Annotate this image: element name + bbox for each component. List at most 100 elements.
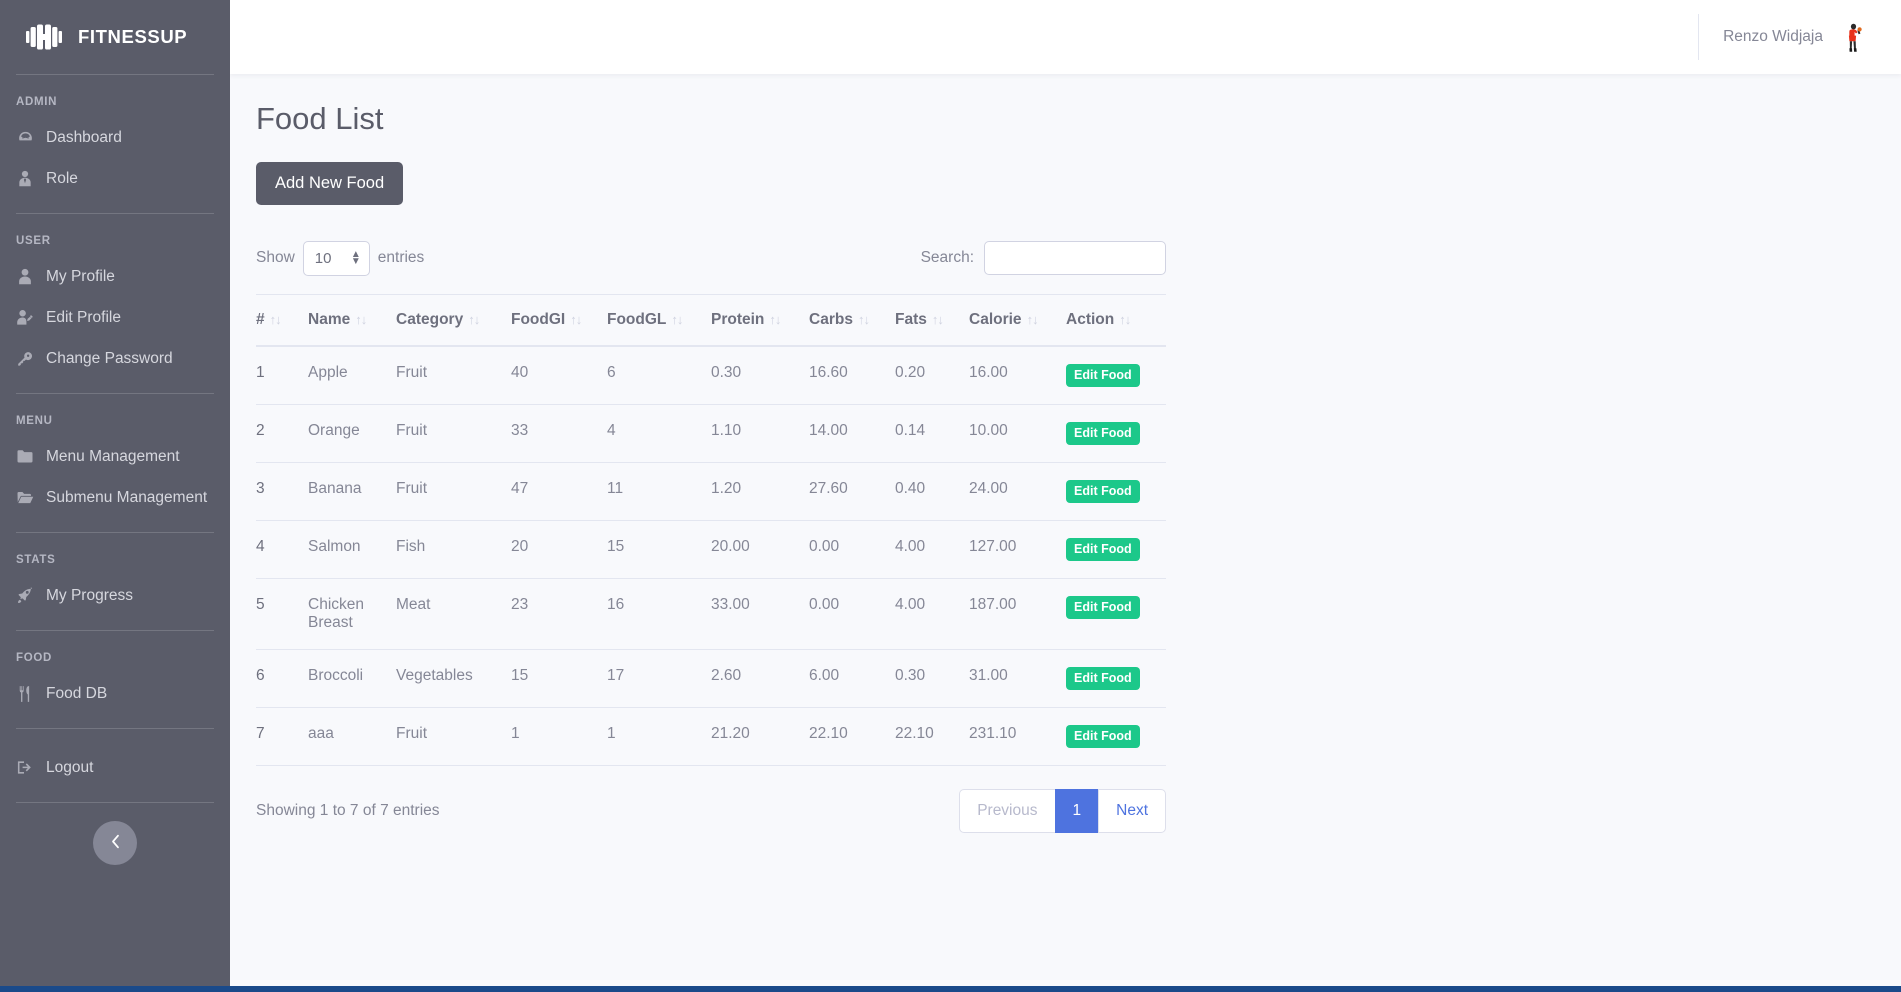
cell-name: Apple xyxy=(308,346,396,406)
datatable-search-control: Search: xyxy=(921,241,1166,276)
cell-foodgi: 15 xyxy=(511,649,607,709)
sidebar-heading-user: USER xyxy=(16,235,51,247)
cell-num: 1 xyxy=(256,346,308,406)
brand-name: FITNESSUP xyxy=(78,26,188,47)
cell-fats: 0.14 xyxy=(895,404,969,464)
sidebar-item-role[interactable]: Role xyxy=(0,158,230,199)
cell-calorie: 31.00 xyxy=(969,649,1066,709)
column-label: Calorie xyxy=(969,311,1022,329)
cell-category: Fruit xyxy=(396,707,511,767)
cell-category: Fish xyxy=(396,520,511,580)
sidebar-item-logout[interactable]: Logout xyxy=(0,747,230,788)
sort-icon: ↑↓ xyxy=(931,312,944,328)
cell-num: 4 xyxy=(256,520,308,580)
cell-carbs: 0.00 xyxy=(809,578,895,651)
cell-num: 6 xyxy=(256,649,308,709)
folder-open-icon xyxy=(16,489,34,507)
sidebar-item-food-db[interactable]: Food DB xyxy=(0,673,230,714)
column-header-category[interactable]: Category ↑↓ xyxy=(396,294,511,348)
sidebar-item-my-profile[interactable]: My Profile xyxy=(0,256,230,297)
edit-food-button[interactable]: Edit Food xyxy=(1066,596,1140,620)
topbar: Renzo Widjaja xyxy=(230,0,1901,74)
column-header-carbs[interactable]: Carbs ↑↓ xyxy=(809,294,895,348)
tachometer-icon xyxy=(16,129,34,147)
cell-num: 3 xyxy=(256,462,308,522)
sidebar: FITNESSUP ADMIN Dashboard Role USER My P… xyxy=(0,0,230,992)
sort-icon: ↑↓ xyxy=(1119,312,1131,328)
sidebar-item-label: Menu Management xyxy=(46,447,180,465)
table-row: 7 aaa Fruit 1 1 21.20 22.10 22.10 231.10 Edit Foo… xyxy=(256,707,1166,767)
cell-foodgl: 6 xyxy=(607,346,711,406)
cell-fats: 22.10 xyxy=(895,707,969,767)
column-label: Action xyxy=(1066,311,1115,329)
cell-category: Fruit xyxy=(396,404,511,464)
column-header-num[interactable]: # ↑↓ xyxy=(256,294,308,348)
sidebar-item-label: Edit Profile xyxy=(46,308,121,326)
column-label: # xyxy=(256,311,265,329)
sidebar-item-change-password[interactable]: Change Password xyxy=(0,338,230,379)
avatar xyxy=(1837,20,1871,54)
sidebar-item-my-progress[interactable]: My Progress xyxy=(0,575,230,616)
cell-category: Fruit xyxy=(396,462,511,522)
cell-carbs: 0.00 xyxy=(809,520,895,580)
sidebar-item-menu-management[interactable]: Menu Management xyxy=(0,436,230,477)
user-tie-icon xyxy=(16,170,34,188)
search-input[interactable] xyxy=(984,241,1166,276)
cell-category: Fruit xyxy=(396,346,511,406)
sidebar-item-submenu-management[interactable]: Submenu Management xyxy=(0,477,230,518)
sign-out-icon xyxy=(16,759,34,777)
edit-food-button[interactable]: Edit Food xyxy=(1066,422,1140,446)
entries-per-page-select[interactable]: 102550100 xyxy=(302,240,370,276)
column-header-calorie[interactable]: Calorie ↑↓ xyxy=(969,294,1066,348)
sidebar-toggle-button[interactable] xyxy=(93,821,137,865)
column-header-foodgi[interactable]: FoodGI ↑↓ xyxy=(511,294,607,348)
brand-logo[interactable]: FITNESSUP xyxy=(0,0,230,74)
cell-name: Chicken Breast xyxy=(308,578,396,651)
edit-food-button[interactable]: Edit Food xyxy=(1066,538,1140,562)
sort-icon: ↑↓ xyxy=(269,312,282,328)
column-header-protein[interactable]: Protein ↑↓ xyxy=(711,294,809,348)
edit-food-button[interactable]: Edit Food xyxy=(1066,667,1140,691)
edit-food-button[interactable]: Edit Food xyxy=(1066,364,1140,388)
cell-protein: 20.00 xyxy=(711,520,809,580)
cell-action: Edit Food xyxy=(1066,649,1166,709)
user-menu[interactable]: Renzo Widjaja xyxy=(1698,14,1871,60)
rocket-icon xyxy=(16,586,34,605)
cell-fats: 0.20 xyxy=(895,346,969,406)
column-header-fats[interactable]: Fats ↑↓ xyxy=(895,294,969,348)
sort-icon: ↑↓ xyxy=(1026,312,1039,328)
pagination-previous[interactable]: Previous xyxy=(959,789,1056,833)
cell-action: Edit Food xyxy=(1066,346,1166,406)
datatable-length-control: Show 102550100 ▲▼ entries xyxy=(256,240,424,276)
column-label: Category xyxy=(396,311,464,329)
cell-name: Banana xyxy=(308,462,396,522)
cell-calorie: 127.00 xyxy=(969,520,1066,580)
cell-foodgl: 4 xyxy=(607,404,711,464)
sidebar-item-label: Food DB xyxy=(46,684,108,702)
pagination: Previous 1 Next xyxy=(959,789,1166,833)
sidebar-item-edit-profile[interactable]: Edit Profile xyxy=(0,297,230,338)
sidebar-item-label: My Progress xyxy=(46,586,133,604)
pagination-next[interactable]: Next xyxy=(1098,789,1166,833)
datatable-controls: Show 102550100 ▲▼ entries Search: xyxy=(256,238,1166,278)
table-row: 4 Salmon Fish 20 15 20.00 0.00 4.00 127.00 Edit F… xyxy=(256,520,1166,580)
column-header-action[interactable]: Action ↑↓ xyxy=(1066,294,1166,348)
cell-calorie: 10.00 xyxy=(969,404,1066,464)
cell-name: Orange xyxy=(308,404,396,464)
edit-food-button[interactable]: Edit Food xyxy=(1066,725,1140,749)
cell-name: Salmon xyxy=(308,520,396,580)
sidebar-item-dashboard[interactable]: Dashboard xyxy=(0,117,230,158)
pagination-page-1[interactable]: 1 xyxy=(1054,789,1100,833)
page-content: Food List Add New Food Show 102550100 ▲▼… xyxy=(230,74,1901,992)
sidebar-item-label: Logout xyxy=(46,758,94,776)
column-header-foodgl[interactable]: FoodGL ↑↓ xyxy=(607,294,711,348)
cell-fats: 0.30 xyxy=(895,649,969,709)
key-icon xyxy=(16,350,34,368)
edit-food-button[interactable]: Edit Food xyxy=(1066,480,1140,504)
user-edit-icon xyxy=(16,309,34,327)
cell-protein: 33.00 xyxy=(711,578,809,651)
column-header-name[interactable]: Name ↑↓ xyxy=(308,294,396,348)
food-table-head: # ↑↓ Name ↑↓ Category ↑↓ FoodGI ↑↓ FoodGL ↑↓ … xyxy=(256,294,1166,348)
sidebar-heading-menu: MENU xyxy=(16,415,53,427)
add-new-food-button[interactable]: Add New Food xyxy=(256,162,404,206)
